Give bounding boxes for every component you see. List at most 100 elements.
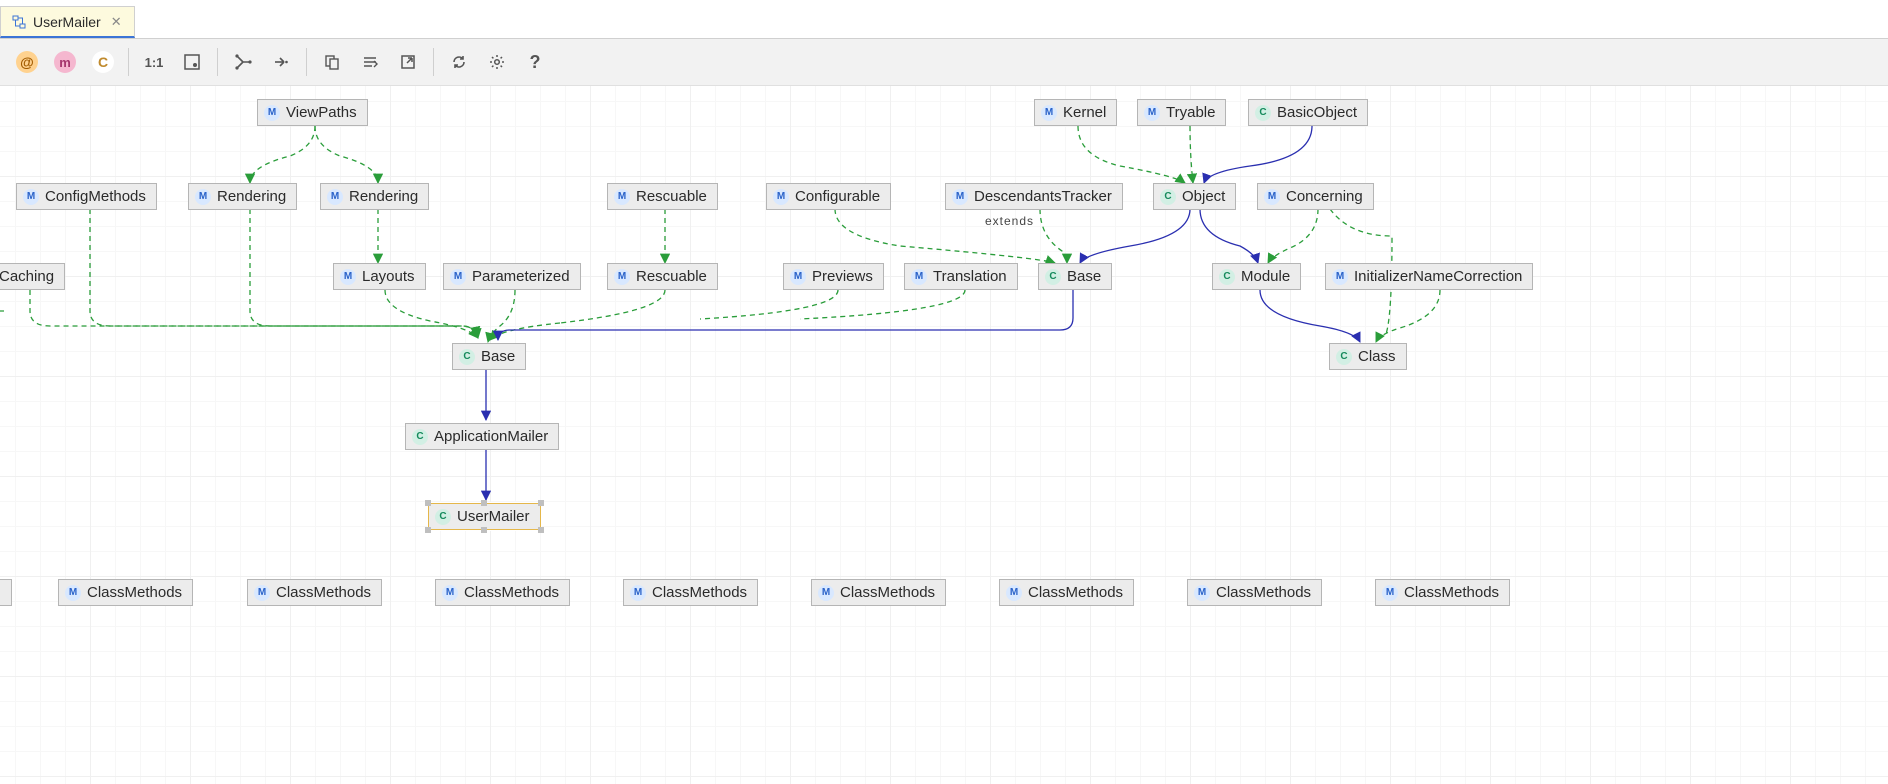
edit-icon [361,53,379,71]
node-rendering-2[interactable]: MRendering [320,183,429,210]
module-icon: M [773,189,789,205]
node-label: ClassMethods [276,584,371,601]
class-icon: C [1255,105,1271,121]
module-icon: M [1264,189,1280,205]
node-object[interactable]: CObject [1153,183,1236,210]
node-class[interactable]: CClass [1329,343,1407,370]
refresh-icon [450,53,468,71]
settings-button[interactable] [478,43,516,81]
at-filter-button[interactable]: @ [8,43,46,81]
module-icon: M [1332,269,1348,285]
close-icon[interactable]: ✕ [107,14,122,30]
copy-button[interactable] [313,43,351,81]
module-icon: M [254,585,270,601]
gear-icon [488,53,506,71]
m-filter-button[interactable]: m [46,43,84,81]
node-previews[interactable]: MPreviews [783,263,884,290]
node-label: ClassMethods [652,584,747,601]
help-button[interactable]: ? [516,43,554,81]
fit-content-button[interactable] [173,43,211,81]
node-label: ClassMethods [1404,584,1499,601]
toolbar-separator [433,48,434,76]
module-icon: M [614,269,630,285]
node-concerning[interactable]: MConcerning [1257,183,1374,210]
node-label: DescendantsTracker [974,188,1112,205]
node-translation[interactable]: MTranslation [904,263,1018,290]
route-icon [272,53,290,71]
selection-handle[interactable] [481,527,487,533]
node-classmethods-7[interactable]: MClassMethods [1187,579,1322,606]
selection-handle[interactable] [538,527,544,533]
at-icon: @ [16,51,38,73]
module-icon: M [1006,585,1022,601]
node-viewpaths[interactable]: MViewPaths [257,99,368,126]
node-applicationmailer[interactable]: C ApplicationMailer [405,423,559,450]
node-label: s [0,584,1,601]
node-classmethods-6[interactable]: MClassMethods [999,579,1134,606]
node-label: Rescuable [636,268,707,285]
refresh-button[interactable] [440,43,478,81]
class-icon: C [412,429,428,445]
node-label: UserMailer [457,508,530,525]
selection-handle[interactable] [425,527,431,533]
node-parameterized[interactable]: MParameterized [443,263,581,290]
node-label: BasicObject [1277,104,1357,121]
node-rescuable-1[interactable]: MRescuable [607,183,718,210]
copy-icon [323,53,341,71]
node-layouts[interactable]: MLayouts [333,263,426,290]
zoom-actual-button[interactable]: 1:1 [135,43,173,81]
module-icon: M [630,585,646,601]
node-tryable[interactable]: MTryable [1137,99,1226,126]
node-kernel[interactable]: MKernel [1034,99,1117,126]
module-icon: M [195,189,211,205]
node-caching[interactable]: MCaching [0,263,65,290]
node-initializernamecorrection[interactable]: M InitializerNameCorrection [1325,263,1533,290]
module-icon: M [818,585,834,601]
toolbar-separator [217,48,218,76]
node-label: ApplicationMailer [434,428,548,445]
node-base-c[interactable]: CBase [1038,263,1112,290]
node-descendantstracker[interactable]: MDescendantsTracker [945,183,1123,210]
diagram-canvas[interactable]: extends MViewPaths MKernel MTryable CBas… [0,86,1888,784]
fit-icon [183,53,201,71]
node-configurable[interactable]: MConfigurable [766,183,891,210]
node-label: InitializerNameCorrection [1354,268,1522,285]
c-filter-button[interactable]: C [84,43,122,81]
module-icon: M [1382,585,1398,601]
route-edges-button[interactable] [262,43,300,81]
node-classmethods-8[interactable]: M ClassMethods [1375,579,1510,606]
node-base-2[interactable]: CBase [452,343,526,370]
node-label: Parameterized [472,268,570,285]
node-configmethods[interactable]: MConfigMethods [16,183,157,210]
node-rendering-1[interactable]: MRendering [188,183,297,210]
selection-handle[interactable] [538,500,544,506]
class-icon: C [459,349,475,365]
node-usermailer[interactable]: CUserMailer [428,503,541,530]
node-label: ConfigMethods [45,188,146,205]
module-icon: M [790,269,806,285]
export-button[interactable] [389,43,427,81]
layout-button[interactable] [224,43,262,81]
export-icon [399,53,417,71]
node-classmethods-3[interactable]: MClassMethods [435,579,570,606]
selection-handle[interactable] [425,500,431,506]
layout-icon [233,52,253,72]
module-icon: M [264,105,280,121]
node-classmethods-1[interactable]: MClassMethods [58,579,193,606]
class-icon: C [1160,189,1176,205]
node-basicobject[interactable]: C BasicObject [1248,99,1368,126]
method-icon: m [54,51,76,73]
node-label: ClassMethods [840,584,935,601]
node-module[interactable]: CModule [1212,263,1301,290]
node-label: Translation [933,268,1007,285]
node-rescuable-2[interactable]: M Rescuable [607,263,718,290]
node-classmethods-4[interactable]: M ClassMethods [623,579,758,606]
node-label: ClassMethods [1216,584,1311,601]
module-icon: M [65,585,81,601]
node-classmethods-5[interactable]: M ClassMethods [811,579,946,606]
selection-handle[interactable] [481,500,487,506]
edit-source-button[interactable] [351,43,389,81]
node-classmethods-2[interactable]: M ClassMethods [247,579,382,606]
node-classmethods-left[interactable]: s [0,579,12,606]
tab-usermailer[interactable]: UserMailer ✕ [0,6,135,38]
